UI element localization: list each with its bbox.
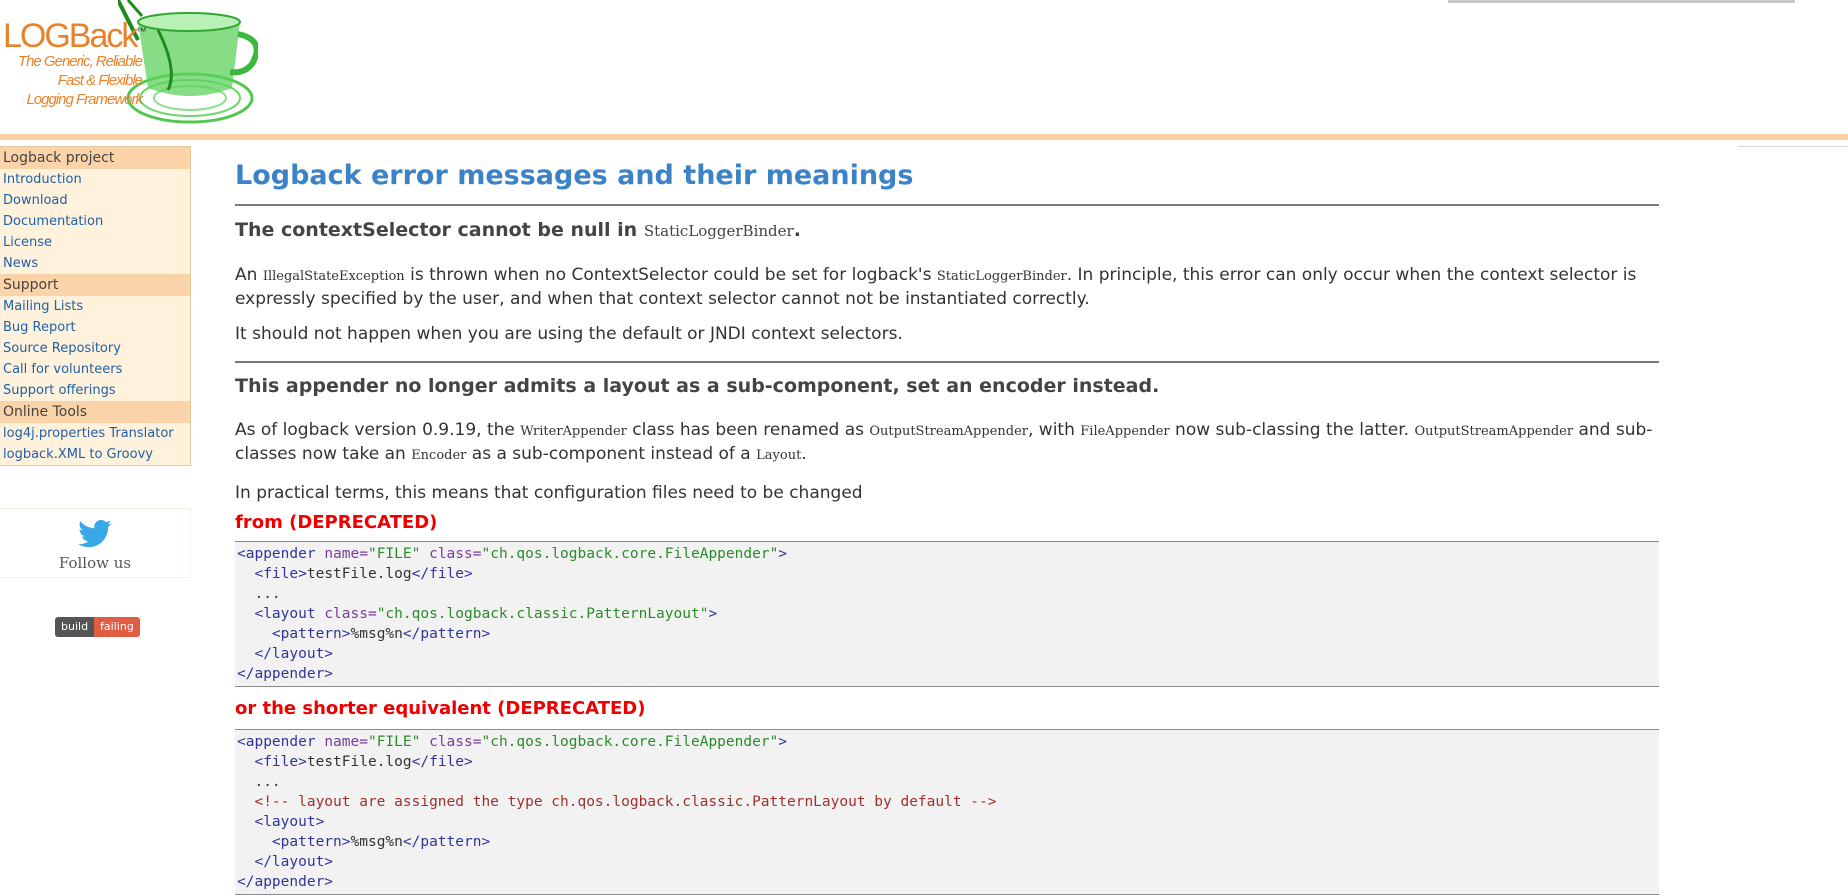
badge-label: build xyxy=(55,617,95,637)
paragraph-practical-terms: In practical terms, this means that conf… xyxy=(235,483,863,503)
follow-us-label: Follow us xyxy=(58,554,132,572)
header-divider xyxy=(0,134,1848,140)
page-title: Logback error messages and their meaning… xyxy=(235,160,914,191)
paragraph-writer-appender: As of logback version 0.9.19, the Writer… xyxy=(235,420,1653,464)
sidebar-item-log4j-translator[interactable]: log4j.properties Translator xyxy=(0,423,190,444)
code-block-deprecated: <appender name="FILE" class="ch.qos.logb… xyxy=(235,541,1659,687)
logo-wordmark: LOGBack™ xyxy=(3,17,147,55)
sidebar-item-license[interactable]: License xyxy=(0,232,190,253)
sidebar-item-xml-to-groovy[interactable]: logback.XML to Groovy xyxy=(0,444,190,465)
menu-group-support: Support xyxy=(0,274,190,296)
paragraph-illegal-state: An IllegalStateException is thrown when … xyxy=(235,265,1637,309)
code-block-shorter-deprecated: <appender name="FILE" class="ch.qos.logb… xyxy=(235,729,1659,895)
section-heading-context-selector: The contextSelector cannot be null in St… xyxy=(235,219,801,241)
logo-tagline: The Generic, Reliable Fast & Flexible Lo… xyxy=(4,52,143,109)
section-divider xyxy=(235,204,1659,206)
tagline-line: Logging Framework xyxy=(26,91,143,108)
logback-logo[interactable]: LOGBack™ The Generic, Reliable Fast & Fl… xyxy=(0,0,260,128)
sidebar-item-mailing-lists[interactable]: Mailing Lists xyxy=(0,296,190,317)
menu-group-logback-project: Logback project xyxy=(0,147,190,169)
sidebar-item-news[interactable]: News xyxy=(0,253,190,274)
build-status-badge[interactable]: build failing xyxy=(55,617,140,637)
sidebar-item-source-repository[interactable]: Source Repository xyxy=(0,338,190,359)
sidebar-item-support-offerings[interactable]: Support offerings xyxy=(0,380,190,401)
label-from-deprecated: from (DEPRECATED) xyxy=(235,512,438,533)
badge-status: failing xyxy=(94,617,140,637)
sidebar-item-documentation[interactable]: Documentation xyxy=(0,211,190,232)
twitter-bird-icon xyxy=(78,519,112,548)
sidebar-item-download[interactable]: Download xyxy=(0,190,190,211)
follow-us-widget[interactable]: Follow us xyxy=(0,508,191,578)
sidebar-menu: Logback project Introduction Download Do… xyxy=(0,146,191,466)
menu-group-online-tools: Online Tools xyxy=(0,401,190,423)
sidebar-item-bug-report[interactable]: Bug Report xyxy=(0,317,190,338)
paragraph-default-selectors: It should not happen when you are using … xyxy=(235,324,903,344)
main-content: Logback error messages and their meaning… xyxy=(235,146,1659,895)
tagline-line: Fast & Flexible xyxy=(57,72,143,89)
tagline-line: The Generic, Reliable xyxy=(17,53,143,70)
right-divider xyxy=(1738,146,1848,147)
top-right-scroll-shadow xyxy=(1448,0,1795,3)
section-divider xyxy=(235,361,1659,363)
sidebar-item-introduction[interactable]: Introduction xyxy=(0,169,190,190)
section-heading-layout-encoder: This appender no longer admits a layout … xyxy=(235,375,1160,397)
label-shorter-deprecated: or the shorter equivalent (DEPRECATED) xyxy=(235,698,646,719)
sidebar-item-call-for-volunteers[interactable]: Call for volunteers xyxy=(0,359,190,380)
site-header: LOGBack™ The Generic, Reliable Fast & Fl… xyxy=(0,0,1848,134)
